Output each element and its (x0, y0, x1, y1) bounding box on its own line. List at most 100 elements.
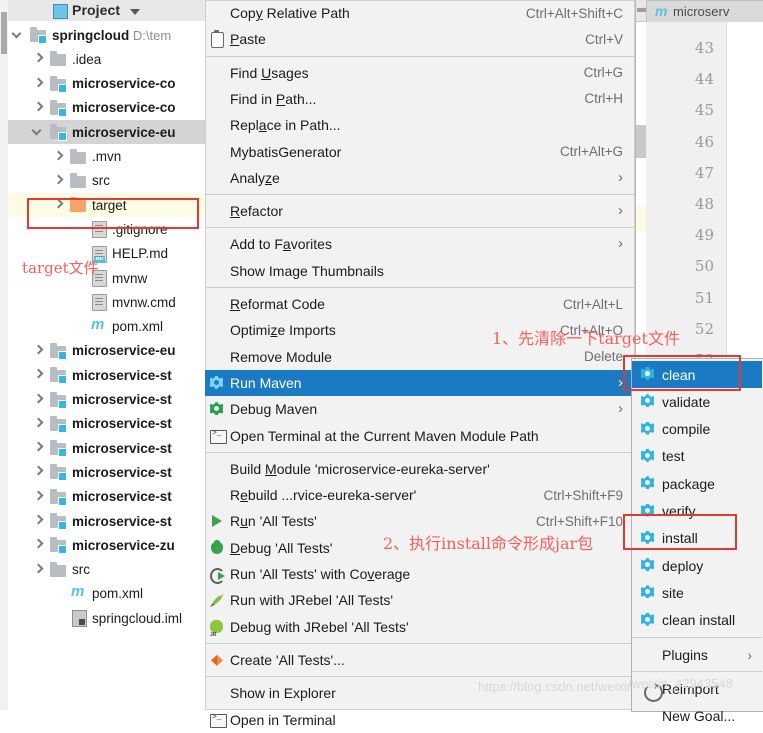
menu-item[interactable]: Analyze › (205, 165, 635, 191)
submenu-item[interactable]: compile (632, 416, 762, 443)
module-folder-icon (30, 27, 47, 44)
expand-arrow-icon[interactable] (52, 151, 64, 163)
tree-item[interactable]: microservice-st (8, 363, 205, 387)
menu-item[interactable]: Find Usages Ctrl+G (205, 60, 635, 86)
editor-tab-pom[interactable]: m microserv (646, 0, 763, 22)
submenu-item[interactable]: clean install (632, 607, 762, 634)
expand-arrow-icon[interactable] (32, 345, 44, 357)
project-tree[interactable]: springcloud D:\tem .idea microservice-co mi… (8, 21, 205, 710)
menu-item[interactable]: Replace in Path... (205, 112, 635, 138)
submenu-item[interactable]: install (632, 525, 762, 552)
menu-item[interactable]: Copy Relative Path Ctrl+Alt+Shift+C (205, 0, 635, 26)
submenu-item[interactable]: verify (632, 498, 762, 525)
maven-goals-submenu[interactable]: clean validate compile test package verify ins… (631, 358, 763, 724)
tree-item[interactable]: microservice-zu (8, 533, 205, 557)
menu-item[interactable]: Run 'All Tests' with Coverage (205, 561, 635, 587)
tree-item[interactable]: m pom.xml (8, 315, 205, 339)
tree-item[interactable]: src (8, 558, 205, 582)
menu-item[interactable]: Run Maven › (205, 369, 635, 396)
submenu-item-label: site (662, 584, 684, 601)
submenu-item[interactable]: validate (632, 388, 762, 415)
menu-item[interactable]: Reformat Code Ctrl+Alt+L (205, 291, 635, 317)
tree-item[interactable]: microservice-st (8, 436, 205, 460)
tree-item[interactable]: microservice-st (8, 460, 205, 484)
tree-item[interactable]: microservice-eu (8, 120, 205, 145)
submenu-item[interactable]: New Goal... (632, 703, 762, 730)
tree-item[interactable]: microservice-eu (8, 339, 205, 363)
expand-arrow-icon[interactable] (32, 515, 44, 527)
tree-item[interactable]: microservice-st (8, 412, 205, 436)
menu-item-label: Remove Module (230, 348, 332, 365)
tree-item[interactable]: .gitignore (8, 217, 205, 241)
menu-item-label: MybatisGenerator (230, 143, 342, 160)
context-menu[interactable]: Copy Relative Path Ctrl+Alt+Shift+C Paste C… (205, 0, 636, 728)
file-icon (90, 294, 107, 312)
module-folder-icon (50, 75, 67, 93)
expand-arrow-icon[interactable] (32, 539, 44, 551)
tree-item[interactable]: mvnw.cmd (8, 290, 205, 314)
menu-item[interactable]: Debug Maven › (205, 396, 635, 422)
expand-arrow-icon[interactable] (32, 442, 44, 454)
collapse-arrow-icon[interactable] (12, 29, 24, 41)
submenu-item[interactable]: test (632, 443, 762, 470)
expand-arrow-icon[interactable] (32, 102, 44, 114)
tree-item[interactable]: springcloud D:\tem (8, 23, 205, 47)
tree-item-label: mvnw (112, 270, 148, 286)
module-folder-icon (50, 391, 67, 409)
expand-arrow-icon[interactable] (32, 78, 44, 90)
submenu-item[interactable]: Plugins › (632, 641, 762, 668)
tab-scroll-handle[interactable] (636, 0, 646, 21)
tree-item[interactable]: microservice-st (8, 388, 205, 412)
tree-item[interactable]: target (8, 193, 205, 218)
expand-arrow-icon[interactable] (32, 466, 44, 478)
menu-item-shortcut: Ctrl+Shift+F9 (543, 487, 623, 503)
menu-item[interactable]: Open Terminal at the Current Maven Modul… (205, 423, 635, 449)
annotation-step-1: 1、先清除一下target文件 (492, 329, 680, 348)
tree-item[interactable]: microservice-co (8, 96, 205, 120)
expand-arrow-icon[interactable] (32, 564, 44, 576)
tree-item-label: springcloud.iml (92, 610, 183, 626)
expand-arrow-icon[interactable] (32, 418, 44, 430)
tree-item[interactable]: .idea (8, 47, 205, 71)
tree-item[interactable]: microservice-st (8, 485, 205, 509)
menu-item[interactable]: Find in Path... Ctrl+H (205, 86, 635, 112)
submenu-item[interactable]: site (632, 579, 762, 606)
run-icon (208, 512, 226, 530)
menu-item[interactable]: Show Image Thumbnails (205, 258, 635, 284)
expand-arrow-icon[interactable] (52, 199, 64, 211)
menu-item[interactable]: Debug with JRebel 'All Tests' (205, 614, 635, 640)
tree-item-label: .mvn (92, 149, 122, 164)
menu-item[interactable]: Build Module 'microservice-eureka-server… (205, 456, 635, 482)
tree-item[interactable]: m pom.xml (8, 582, 205, 606)
tree-item[interactable]: springcloud.iml (8, 606, 205, 630)
menu-item[interactable]: Rebuild ...rvice-eureka-server' Ctrl+Shif… (205, 482, 635, 508)
tree-item-label: HELP.md (112, 246, 169, 262)
menu-item[interactable]: Run with JRebel 'All Tests' (205, 587, 635, 613)
submenu-item[interactable]: clean (632, 361, 762, 388)
menu-item[interactable]: Create 'All Tests'... (205, 647, 635, 673)
folder-icon (50, 51, 67, 67)
tree-item[interactable]: .mvn (8, 145, 205, 169)
menu-item-label: Copy Relative Path (230, 5, 350, 21)
expand-arrow-icon[interactable] (32, 491, 44, 503)
menu-item[interactable]: Paste Ctrl+V (205, 26, 635, 52)
tree-item[interactable]: src (8, 169, 205, 193)
menu-item[interactable]: Open in Terminal (205, 707, 635, 733)
tree-item-label: .idea (72, 51, 102, 67)
debug-icon (208, 539, 226, 557)
expand-arrow-icon[interactable] (32, 394, 44, 406)
menu-item[interactable]: Refactor › (205, 198, 635, 224)
expand-arrow-icon[interactable] (32, 369, 44, 381)
menu-item[interactable]: MybatisGenerator Ctrl+Alt+G (205, 139, 635, 165)
tool-window-handle[interactable] (1, 12, 7, 54)
tree-item[interactable]: microservice-st (8, 509, 205, 533)
chevron-down-icon[interactable] (130, 9, 140, 15)
expand-arrow-icon[interactable] (52, 175, 64, 187)
expand-arrow-icon[interactable] (32, 53, 44, 65)
submenu-item[interactable]: deploy (632, 552, 762, 579)
submenu-item[interactable]: package (632, 470, 762, 497)
collapse-arrow-icon[interactable] (32, 126, 44, 138)
tree-item-label: pom.xml (92, 586, 144, 602)
menu-item[interactable]: Add to Favorites › (205, 231, 635, 257)
tree-item[interactable]: microservice-co (8, 72, 205, 96)
